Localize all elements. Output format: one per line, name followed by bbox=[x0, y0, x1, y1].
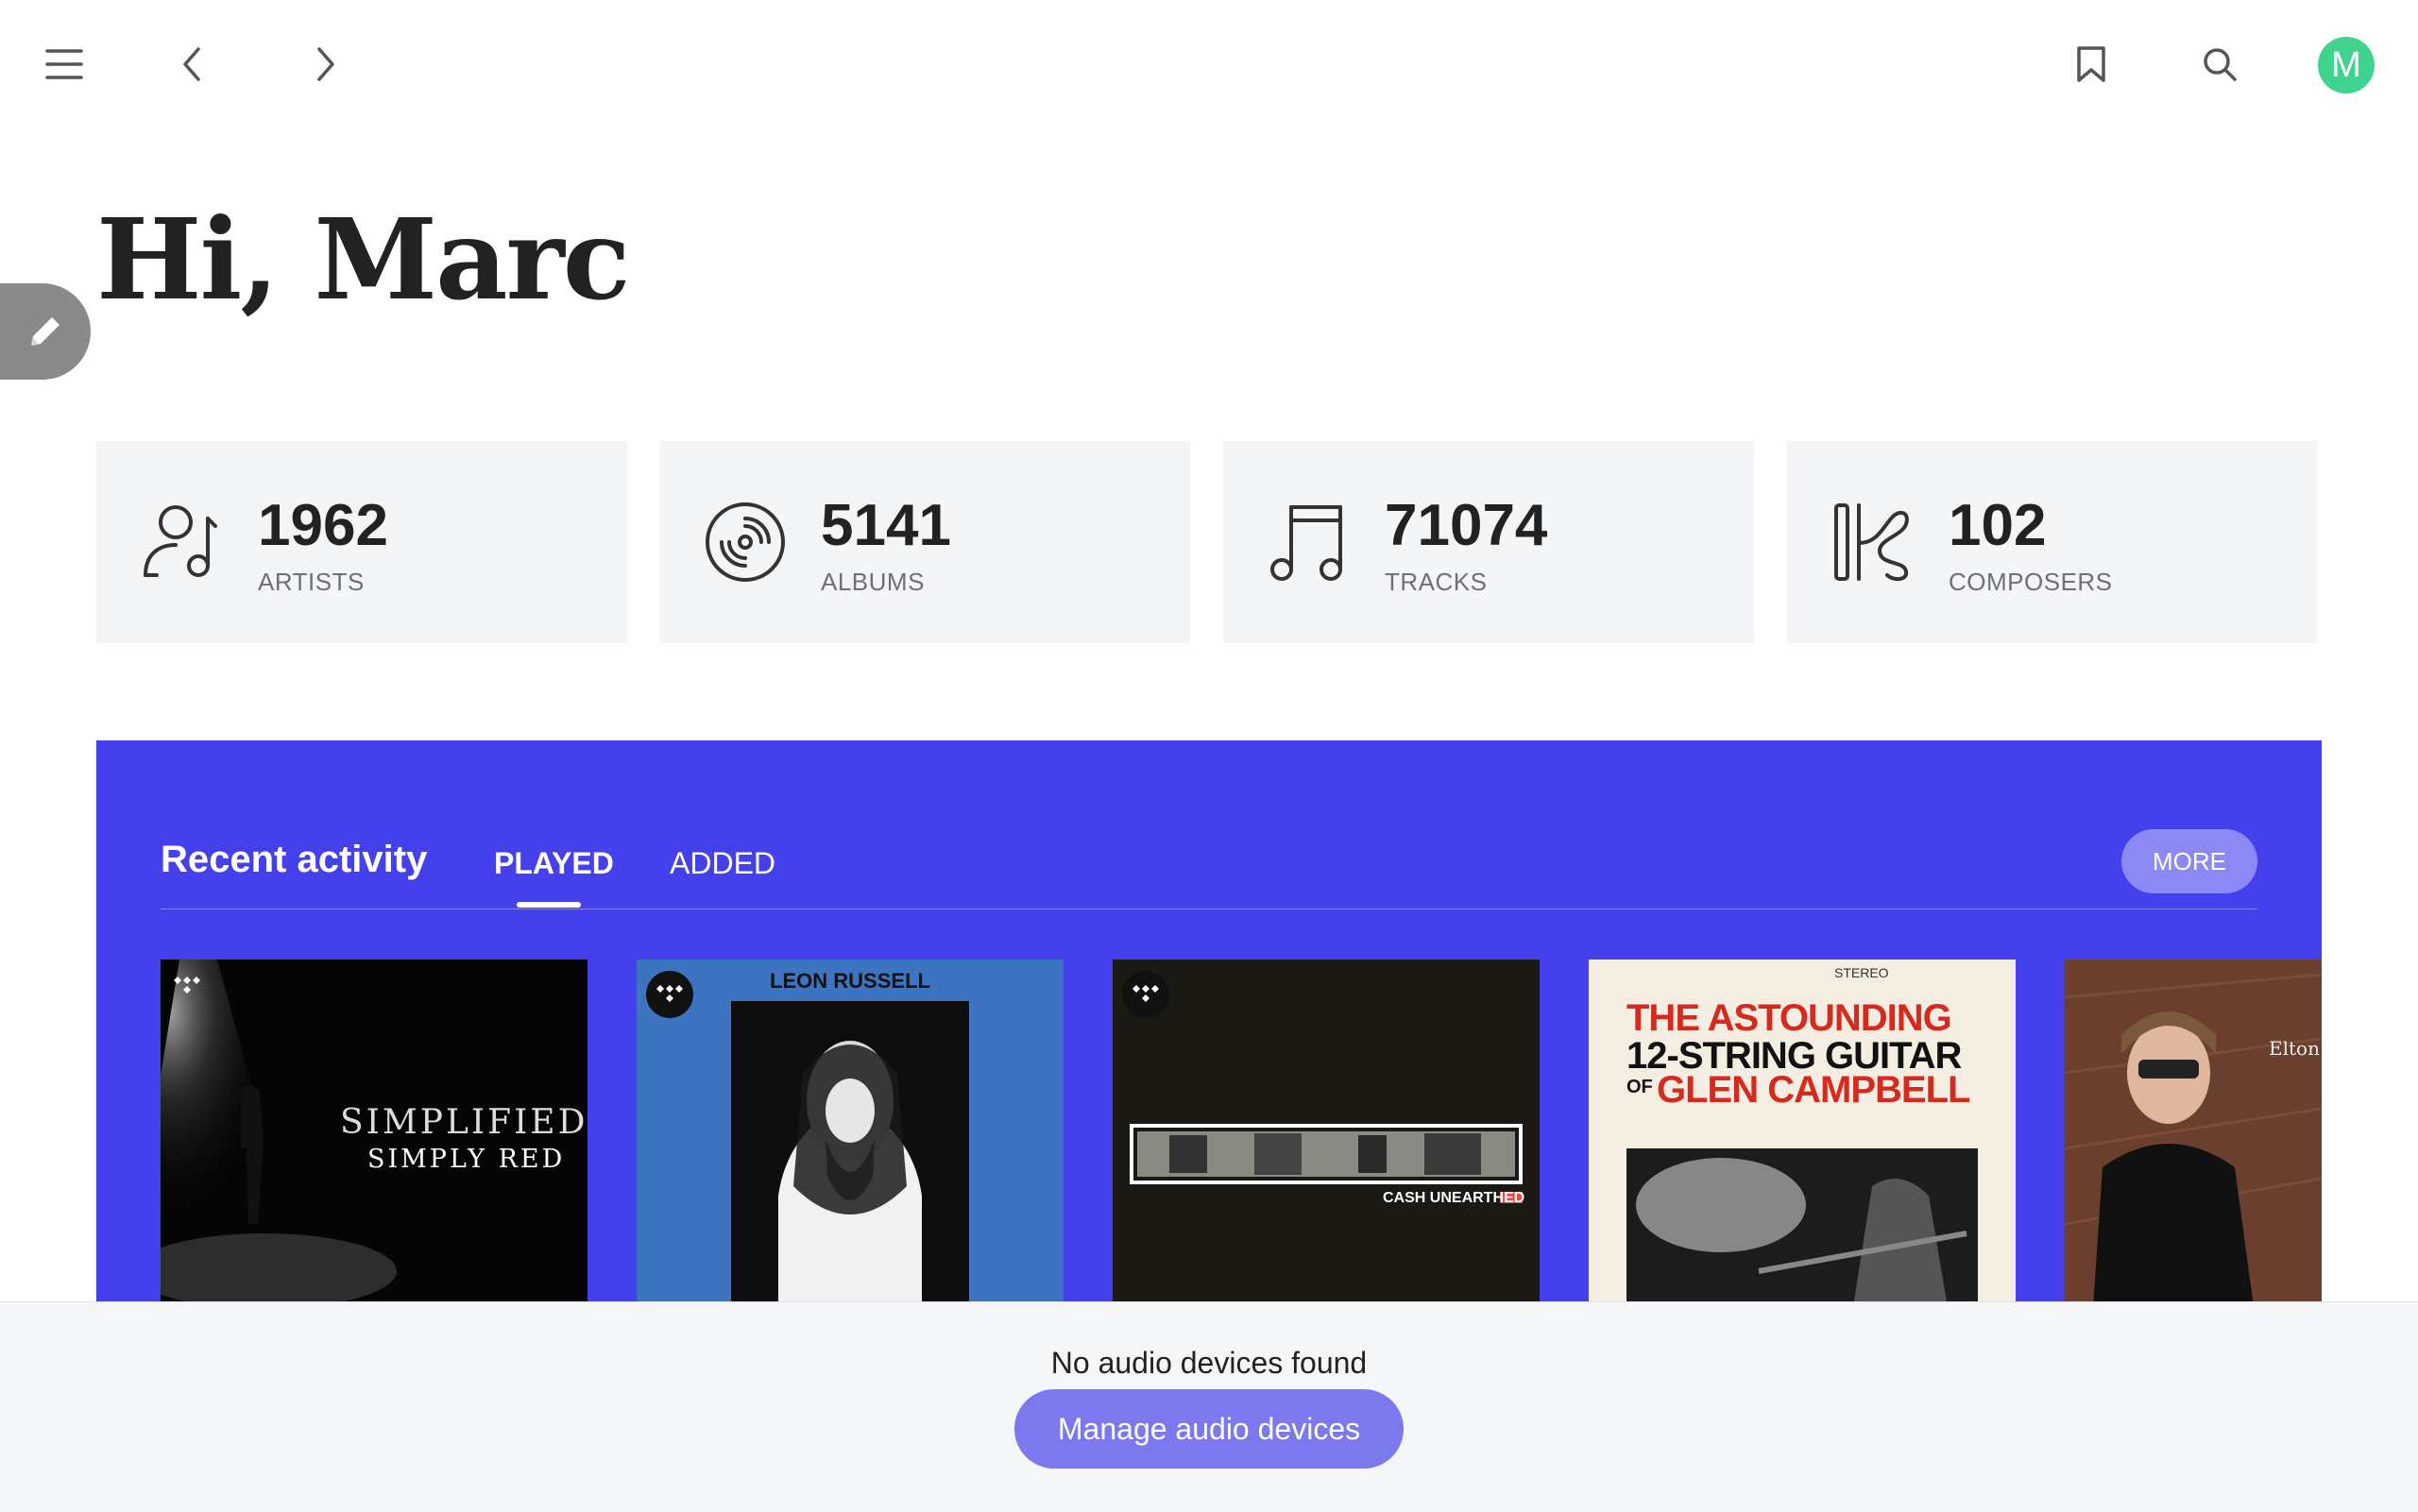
greeting-title: Hi, Marc bbox=[96, 194, 631, 325]
music-note-icon bbox=[1270, 505, 1342, 581]
tab-played[interactable]: PLAYED bbox=[494, 846, 614, 881]
stat-card-composers[interactable]: 102 COMPOSERS bbox=[1787, 441, 2318, 643]
user-avatar[interactable]: M bbox=[2318, 37, 2375, 93]
audio-device-footer: No audio devices found Manage audio devi… bbox=[0, 1301, 2418, 1512]
pencil-icon bbox=[31, 317, 60, 346]
recent-activity-title: Recent activity bbox=[161, 839, 428, 880]
more-button[interactable]: MORE bbox=[2121, 829, 2257, 893]
no-audio-devices-message: No audio devices found bbox=[1050, 1346, 1368, 1380]
stat-label: COMPOSERS bbox=[1949, 568, 2113, 596]
tidal-badge bbox=[168, 967, 206, 1005]
stat-label: TRACKS bbox=[1385, 568, 1488, 596]
search-icon bbox=[2204, 48, 2237, 81]
album-cover-art bbox=[731, 1001, 969, 1307]
stat-value: 102 bbox=[1949, 493, 2047, 558]
cover-title-line2: SIMPLY RED bbox=[367, 1145, 566, 1174]
album-cover-art bbox=[2065, 973, 2322, 1307]
hamburger-menu-icon bbox=[45, 49, 83, 79]
search-button[interactable] bbox=[2193, 38, 2246, 91]
bookmark-icon bbox=[2077, 46, 2105, 82]
back-button[interactable] bbox=[166, 38, 219, 91]
tidal-badge bbox=[646, 971, 693, 1018]
album-cover-art bbox=[1626, 1148, 1978, 1307]
avatar-initial: M bbox=[2331, 44, 2361, 85]
album-card-leon-russell[interactable]: LEON RUSSELL bbox=[637, 960, 1064, 1307]
stat-card-artists[interactable]: 1962 ARTISTS bbox=[96, 441, 627, 643]
tab-added[interactable]: ADDED bbox=[670, 846, 775, 881]
cover-title-line1: Elton bbox=[2269, 1037, 2320, 1060]
stat-value: 1962 bbox=[258, 493, 388, 558]
cover-title-line1: CASH UNEARTHED bbox=[1383, 1190, 1525, 1206]
top-bar: M bbox=[0, 0, 2418, 128]
album-card-simplified[interactable]: SIMPLIFIED SIMPLY RED bbox=[161, 960, 587, 1307]
chevron-right-icon bbox=[317, 47, 334, 81]
recent-activity-panel: Recent activity PLAYED ADDED MORE SIMPLI… bbox=[96, 740, 2322, 1307]
artist-icon bbox=[144, 505, 217, 577]
forward-button[interactable] bbox=[298, 38, 351, 91]
album-card-elton[interactable]: Elton bbox=[2065, 960, 2322, 1307]
stat-card-albums[interactable]: 5141 ALBUMS bbox=[659, 441, 1190, 643]
album-card-glen-campbell[interactable]: STEREO THE ASTOUNDING 12-STRING GUITAR O… bbox=[1589, 960, 2016, 1307]
active-tab-indicator bbox=[517, 902, 581, 908]
stat-value: 5141 bbox=[821, 493, 951, 558]
stat-value: 71074 bbox=[1385, 493, 1548, 558]
album-disc-icon bbox=[706, 502, 785, 582]
chevron-left-icon bbox=[183, 47, 200, 81]
edit-button[interactable] bbox=[0, 283, 91, 380]
manage-audio-devices-button[interactable]: Manage audio devices bbox=[1014, 1389, 1404, 1469]
tidal-badge bbox=[1122, 971, 1169, 1018]
album-card-cash-unearthed[interactable]: CASH UNEARTHED bbox=[1113, 960, 1540, 1307]
stat-label: ARTISTS bbox=[258, 568, 365, 596]
tidal-logo-icon bbox=[1132, 985, 1159, 1002]
stat-label: ALBUMS bbox=[821, 568, 925, 596]
menu-button[interactable] bbox=[38, 38, 91, 91]
stat-card-tracks[interactable]: 71074 TRACKS bbox=[1223, 441, 1754, 643]
album-cover-art bbox=[1130, 1124, 1523, 1203]
tidal-logo-icon bbox=[174, 977, 200, 994]
bookmarks-button[interactable] bbox=[2065, 38, 2118, 91]
composer-icon bbox=[1834, 503, 1909, 582]
tidal-logo-icon bbox=[656, 985, 683, 1002]
cover-title-line1: SIMPLIFIED bbox=[340, 1103, 587, 1142]
